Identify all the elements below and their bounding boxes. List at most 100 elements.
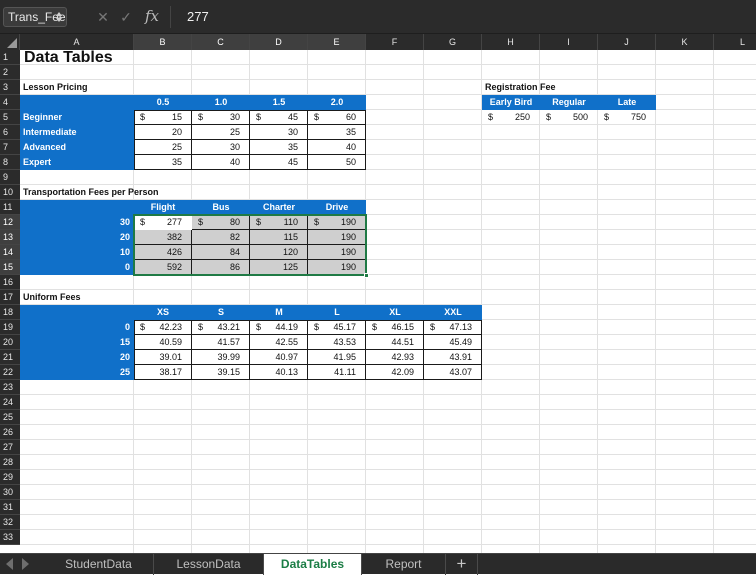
fill-handle[interactable] xyxy=(364,273,369,278)
enter-icon[interactable]: ✓ xyxy=(118,8,134,26)
row-header[interactable]: 16 xyxy=(0,275,20,290)
row-header[interactable]: 24 xyxy=(0,395,20,410)
column-header[interactable]: F xyxy=(366,34,424,50)
gridline xyxy=(20,544,756,545)
sheet-tab[interactable]: DataTables xyxy=(264,554,362,575)
gridline xyxy=(20,469,756,470)
row-header[interactable]: 23 xyxy=(0,380,20,395)
row-header[interactable]: 9 xyxy=(0,170,20,185)
row-header[interactable]: 25 xyxy=(0,410,20,425)
row-label: Beginner xyxy=(23,112,63,122)
row-header[interactable]: 14 xyxy=(0,245,20,260)
arrow-left-icon[interactable] xyxy=(6,558,13,570)
cell-border xyxy=(249,320,250,380)
spreadsheet-grid[interactable]: A B C D E F G H I J K L 1 2 3 4 5 6 7 8 9 10 11 12 13 14 15 16 17 18 1… xyxy=(0,34,756,553)
section-label: Uniform Fees xyxy=(23,292,81,302)
currency-symbol: $ xyxy=(604,112,610,122)
cell-border xyxy=(134,349,482,350)
column-header[interactable]: B xyxy=(134,34,192,50)
cell-border xyxy=(365,320,366,380)
gridline xyxy=(539,50,540,553)
row-header[interactable]: 2 xyxy=(0,65,20,80)
name-box[interactable]: Trans_Fee xyxy=(3,7,67,27)
cell-border xyxy=(134,139,366,140)
row-header[interactable]: 27 xyxy=(0,440,20,455)
gridline xyxy=(20,439,756,440)
column-label: 1.0 xyxy=(214,97,228,107)
sheet-tab[interactable]: StudentData xyxy=(44,554,154,575)
row-header[interactable]: 18 xyxy=(0,305,20,320)
column-header[interactable]: K xyxy=(656,34,714,50)
page-title: Data Tables xyxy=(24,49,113,66)
row-header[interactable]: 12 xyxy=(0,215,20,230)
formula-input[interactable]: 277 xyxy=(170,6,750,28)
function-icon[interactable]: fx xyxy=(145,6,159,26)
stepper-icon[interactable] xyxy=(55,10,63,24)
row-label: Expert xyxy=(23,157,52,167)
gridline xyxy=(20,454,756,455)
column-header[interactable]: C xyxy=(192,34,250,50)
row-header[interactable]: 4 xyxy=(0,95,20,110)
gridline xyxy=(481,50,482,553)
sheet-tab[interactable]: LessonData xyxy=(154,554,264,575)
select-all-corner[interactable] xyxy=(0,34,20,50)
row-header[interactable]: 11 xyxy=(0,200,20,215)
column-header[interactable]: D xyxy=(250,34,308,50)
row-header[interactable]: 33 xyxy=(0,530,20,545)
column-label: Regular xyxy=(552,97,586,107)
row-header[interactable]: 17 xyxy=(0,290,20,305)
row-header[interactable]: 30 xyxy=(0,485,20,500)
row-header[interactable]: 19 xyxy=(0,320,20,335)
row-header[interactable]: 31 xyxy=(0,500,20,515)
column-header[interactable]: G xyxy=(424,34,482,50)
column-label: Charter xyxy=(262,202,295,212)
gridline xyxy=(20,409,756,410)
row-label: 25 xyxy=(119,367,130,377)
column-header[interactable]: A xyxy=(20,34,134,50)
row-header[interactable]: 15 xyxy=(0,260,20,275)
gridline xyxy=(20,394,756,395)
row-header[interactable]: 21 xyxy=(0,350,20,365)
cell-border xyxy=(307,320,308,380)
column-label: XS xyxy=(156,307,169,317)
cell-border xyxy=(191,110,192,170)
row-header[interactable]: 26 xyxy=(0,425,20,440)
gridline xyxy=(713,50,714,553)
row-header[interactable]: 6 xyxy=(0,125,20,140)
row-label: 20 xyxy=(119,232,130,242)
cancel-icon[interactable]: ✕ xyxy=(95,8,111,26)
cell-border xyxy=(191,320,192,380)
column-header[interactable]: H xyxy=(482,34,540,50)
section-label: Lesson Pricing xyxy=(23,82,88,92)
column-header[interactable]: E xyxy=(308,34,366,50)
row-header[interactable]: 7 xyxy=(0,140,20,155)
row-header[interactable]: 29 xyxy=(0,470,20,485)
row-header[interactable]: 22 xyxy=(0,365,20,380)
arrow-right-icon[interactable] xyxy=(22,558,29,570)
cell-border xyxy=(249,110,250,170)
gridline xyxy=(20,484,756,485)
row-header[interactable]: 20 xyxy=(0,335,20,350)
cell-border xyxy=(134,154,366,155)
row-header[interactable]: 3 xyxy=(0,80,20,95)
sheet-tab[interactable]: Report xyxy=(362,554,446,575)
row-header[interactable]: 1 xyxy=(0,50,20,65)
column-header[interactable]: L xyxy=(714,34,756,50)
row-header[interactable]: 10 xyxy=(0,185,20,200)
row-label: 10 xyxy=(119,247,130,257)
column-header[interactable]: I xyxy=(540,34,598,50)
row-header[interactable]: 5 xyxy=(0,110,20,125)
column-label: 2.0 xyxy=(330,97,344,107)
row-header[interactable]: 32 xyxy=(0,515,20,530)
row-header[interactable]: 28 xyxy=(0,455,20,470)
row-header[interactable]: 13 xyxy=(0,230,20,245)
select-all-icon xyxy=(7,38,17,48)
add-sheet-button[interactable]: + xyxy=(446,554,478,575)
column-label: L xyxy=(334,307,340,317)
section-label: Registration Fee xyxy=(485,82,556,92)
selection-range[interactable] xyxy=(133,214,367,276)
row-header[interactable]: 8 xyxy=(0,155,20,170)
column-header[interactable]: J xyxy=(598,34,656,50)
gridline xyxy=(20,424,756,425)
row-label: 15 xyxy=(119,337,130,347)
